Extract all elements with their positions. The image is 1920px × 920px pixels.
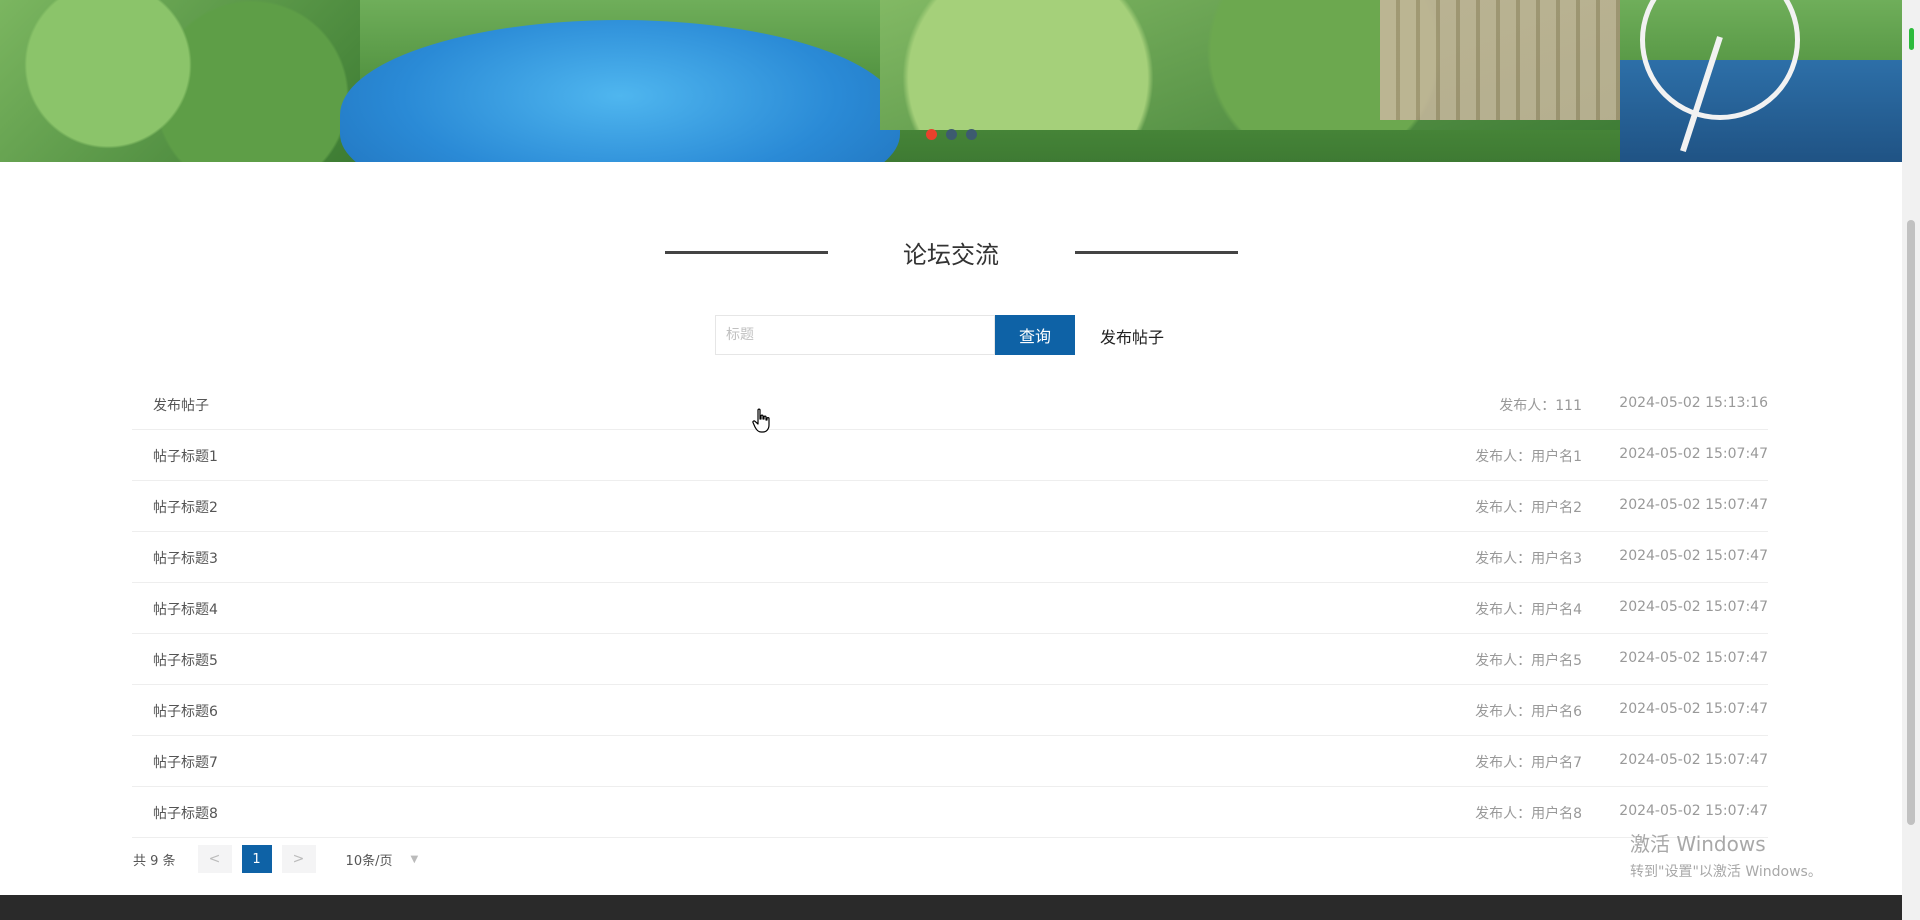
banner-carousel[interactable] [0, 0, 1902, 162]
post-title[interactable]: 帖子标题5 [153, 650, 218, 670]
publish-post-button[interactable]: 发布帖子 [1100, 324, 1164, 348]
post-author: 发布人：用户名5 [1475, 653, 1582, 669]
post-author: 发布人：用户名6 [1475, 704, 1582, 720]
watermark-line2: 转到"设置"以激活 Windows。 [1630, 864, 1822, 880]
post-title[interactable]: 帖子标题8 [153, 803, 218, 823]
pagination-next-button[interactable]: > [281, 845, 316, 873]
carousel-dot-2[interactable] [946, 129, 957, 140]
post-title[interactable]: 帖子标题1 [153, 446, 218, 466]
post-author: 发布人：用户名4 [1475, 602, 1582, 618]
search-button[interactable]: 查询 [995, 315, 1075, 355]
hand-pointer-icon [752, 408, 770, 433]
scrollbar-thumb[interactable] [1907, 220, 1915, 825]
post-row[interactable]: 帖子标题5 发布人：用户名5 2024-05-02 15:07:47 [132, 634, 1768, 685]
post-time: 2024-05-02 15:07:47 [1619, 548, 1768, 564]
post-title[interactable]: 帖子标题4 [153, 599, 218, 619]
pagination-prev-button[interactable]: < [197, 845, 232, 873]
post-author: 发布人：用户名3 [1475, 551, 1582, 567]
pagination-total: 共 9 条 [133, 853, 176, 869]
post-title[interactable]: 帖子标题2 [153, 497, 218, 517]
post-title[interactable]: 发布帖子 [153, 395, 209, 415]
post-time: 2024-05-02 15:07:47 [1619, 701, 1768, 717]
pagination-page-1[interactable]: 1 [241, 845, 272, 873]
post-row[interactable]: 帖子标题3 发布人：用户名3 2024-05-02 15:07:47 [132, 532, 1768, 583]
post-row[interactable]: 帖子标题6 发布人：用户名6 2024-05-02 15:07:47 [132, 685, 1768, 736]
post-author: 发布人：用户名2 [1475, 500, 1582, 516]
post-time: 2024-05-02 15:07:47 [1619, 599, 1768, 615]
post-time: 2024-05-02 15:07:47 [1619, 650, 1768, 666]
pagination: 共 9 条 < 1 > 10条/页 ▼ [133, 845, 418, 873]
carousel-dot-3[interactable] [966, 129, 977, 140]
banner-image-lake [340, 20, 900, 162]
scroll-indicator [1909, 28, 1914, 50]
post-row[interactable]: 帖子标题7 发布人：用户名7 2024-05-02 15:07:47 [132, 736, 1768, 787]
banner-image-buildings [1380, 0, 1620, 120]
post-time: 2024-05-02 15:07:47 [1619, 803, 1768, 819]
page-size-select[interactable]: 10条/页 ▼ [346, 850, 419, 869]
post-time: 2024-05-02 15:07:47 [1619, 497, 1768, 513]
carousel-dot-1[interactable] [926, 129, 937, 140]
post-author: 发布人：用户名7 [1475, 755, 1582, 771]
post-row[interactable]: 帖子标题8 发布人：用户名8 2024-05-02 15:07:47 [132, 787, 1768, 838]
title-divider-right [1075, 251, 1238, 254]
post-author: 发布人：111 [1499, 398, 1582, 414]
post-title[interactable]: 帖子标题3 [153, 548, 218, 568]
post-list: 发布帖子 发布人：111 2024-05-02 15:13:16 帖子标题1 发… [132, 379, 1768, 838]
post-row[interactable]: 发布帖子 发布人：111 2024-05-02 15:13:16 [132, 379, 1768, 430]
post-title[interactable]: 帖子标题6 [153, 701, 218, 721]
search-input[interactable] [715, 315, 995, 355]
windows-activation-watermark: 激活 Windows 转到"设置"以激活 Windows。 [1630, 828, 1822, 881]
post-title[interactable]: 帖子标题7 [153, 752, 218, 772]
page-scrollbar[interactable] [1902, 0, 1920, 920]
post-time: 2024-05-02 15:13:16 [1619, 395, 1768, 411]
footer [0, 895, 1902, 920]
watermark-line1: 激活 Windows [1630, 832, 1766, 856]
post-author: 发布人：用户名1 [1475, 449, 1582, 465]
post-time: 2024-05-02 15:07:47 [1619, 446, 1768, 462]
post-author: 发布人：用户名8 [1475, 806, 1582, 822]
post-time: 2024-05-02 15:07:47 [1619, 752, 1768, 768]
page-size-label: 10条/页 [345, 853, 393, 869]
chevron-down-icon: ▼ [410, 853, 419, 865]
carousel-indicators [926, 129, 977, 140]
post-row[interactable]: 帖子标题1 发布人：用户名1 2024-05-02 15:07:47 [132, 430, 1768, 481]
post-row[interactable]: 帖子标题4 发布人：用户名4 2024-05-02 15:07:47 [132, 583, 1768, 634]
post-row[interactable]: 帖子标题2 发布人：用户名2 2024-05-02 15:07:47 [132, 481, 1768, 532]
banner-image-trees [0, 0, 360, 162]
section-title: 论坛交流 [903, 241, 999, 269]
